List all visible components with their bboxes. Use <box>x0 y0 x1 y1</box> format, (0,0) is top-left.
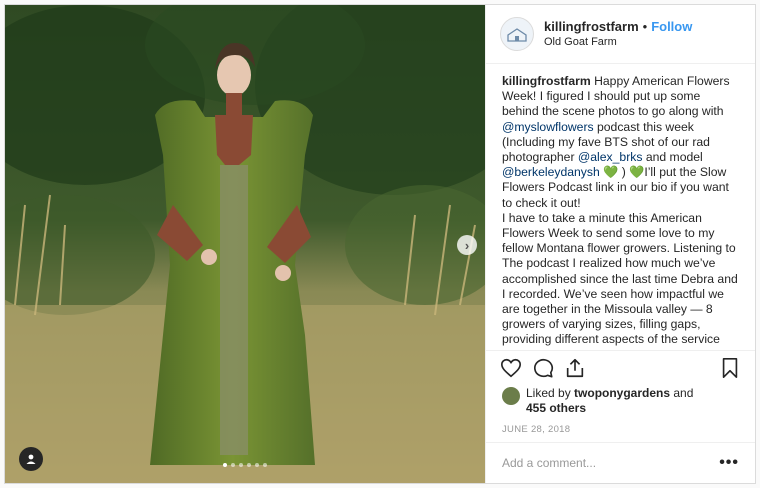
carousel-dot <box>263 463 267 467</box>
carousel-dot <box>231 463 235 467</box>
caption: killingfrostfarm Happy American Flowers … <box>486 64 755 351</box>
liker-username[interactable]: twoponygardens <box>574 386 670 400</box>
mention-myslowflowers[interactable]: @myslowflowers <box>502 120 594 134</box>
action-bar <box>486 351 755 386</box>
heart-icon <box>501 359 521 378</box>
next-photo-button[interactable]: › <box>457 235 477 255</box>
chevron-right-icon: › <box>464 237 470 253</box>
avatar[interactable] <box>500 16 534 51</box>
caption-username[interactable]: killingfrostfarm <box>502 74 591 88</box>
location-link[interactable]: Old Goat Farm <box>544 36 692 48</box>
mention-berkeleydanysh[interactable]: @berkeleydanysh <box>502 165 600 179</box>
follow-button[interactable]: Follow <box>651 19 692 34</box>
share-button[interactable] <box>564 357 586 379</box>
likes-summary: Liked by twoponygardens and 455 others <box>486 386 755 416</box>
likes-and: and <box>670 386 694 401</box>
farm-logo-icon <box>507 28 527 42</box>
caption-text-3: and model <box>642 149 703 164</box>
post-date[interactable]: JUNE 28, 2018 <box>486 416 755 442</box>
separator-dot: • <box>642 19 648 35</box>
post-sidebar: killingfrostfarm • Follow Old Goat Farm ki… <box>485 5 755 483</box>
caption-text-5: I have to take a minute this American Fl… <box>502 210 738 350</box>
comment-input[interactable] <box>502 455 720 470</box>
header-text: killingfrostfarm • Follow Old Goat Farm <box>544 19 692 48</box>
comment-button[interactable] <box>532 357 554 379</box>
carousel-dot <box>239 463 243 467</box>
comment-bubble-icon <box>534 359 554 378</box>
carousel-indicator <box>5 463 485 467</box>
user-line: killingfrostfarm • Follow <box>544 19 692 34</box>
more-options-button[interactable]: ••• <box>719 454 739 472</box>
carousel-dot <box>223 463 227 467</box>
post-photo[interactable]: › <box>5 5 485 483</box>
post-header: killingfrostfarm • Follow Old Goat Farm <box>486 5 755 64</box>
username-link[interactable]: killingfrostfarm <box>544 19 639 34</box>
likes-others-link[interactable]: 455 others <box>526 401 586 415</box>
bookmark-icon <box>722 358 738 379</box>
user-tag-button[interactable] <box>19 447 43 471</box>
carousel-dot <box>247 463 251 467</box>
instagram-post: › killingfrostfarm • Follow Old Goat Farm <box>4 4 756 484</box>
photo-moss-dress-model <box>5 5 485 483</box>
share-icon <box>566 359 584 378</box>
liker-avatar[interactable] <box>502 387 520 406</box>
carousel-dot <box>255 463 259 467</box>
save-button[interactable] <box>719 357 741 379</box>
mention-alex-brks[interactable]: @alex_brks <box>578 150 643 164</box>
comment-bar: ••• <box>486 441 755 483</box>
likes-prefix: Liked by <box>526 386 575 401</box>
like-button[interactable] <box>500 357 522 379</box>
